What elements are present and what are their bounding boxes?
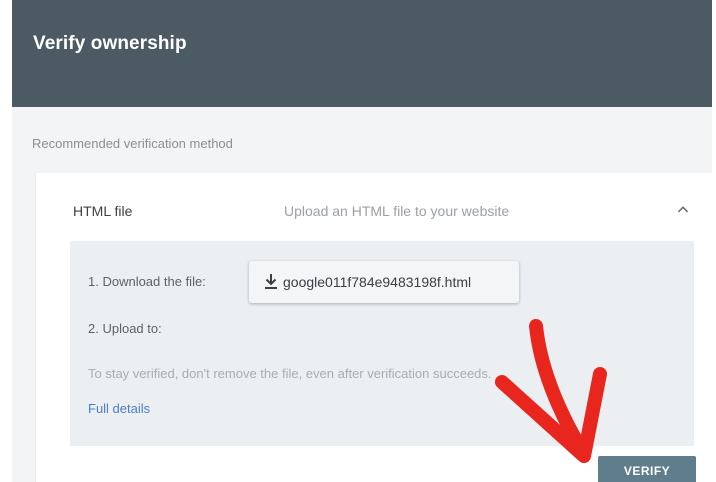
- verification-note: To stay verified, don't remove the file,…: [88, 366, 492, 381]
- download-step-label: 1. Download the file:: [88, 274, 206, 289]
- chevron-up-icon[interactable]: [672, 199, 694, 221]
- dialog-title: Verify ownership: [33, 33, 187, 54]
- method-description: Upload an HTML file to your website: [284, 203, 510, 219]
- download-file-button[interactable]: google011f784e9483198f.html: [249, 261, 519, 303]
- method-title: HTML file: [73, 203, 133, 219]
- full-details-link[interactable]: Full details: [88, 401, 150, 416]
- section-label: Recommended verification method: [32, 136, 233, 151]
- dialog-header: Verify ownership: [12, 0, 712, 107]
- verify-button[interactable]: VERIFY: [598, 456, 696, 482]
- upload-step-label: 2. Upload to:: [88, 321, 162, 336]
- download-filename: google011f784e9483198f.html: [283, 274, 472, 290]
- method-instructions-panel: 1. Download the file: google011f784e9483…: [70, 241, 694, 446]
- verify-ownership-dialog: Verify ownership Recommended verificatio…: [12, 0, 712, 482]
- html-file-method-card: HTML file Upload an HTML file to your we…: [36, 173, 712, 482]
- download-icon: [265, 274, 277, 289]
